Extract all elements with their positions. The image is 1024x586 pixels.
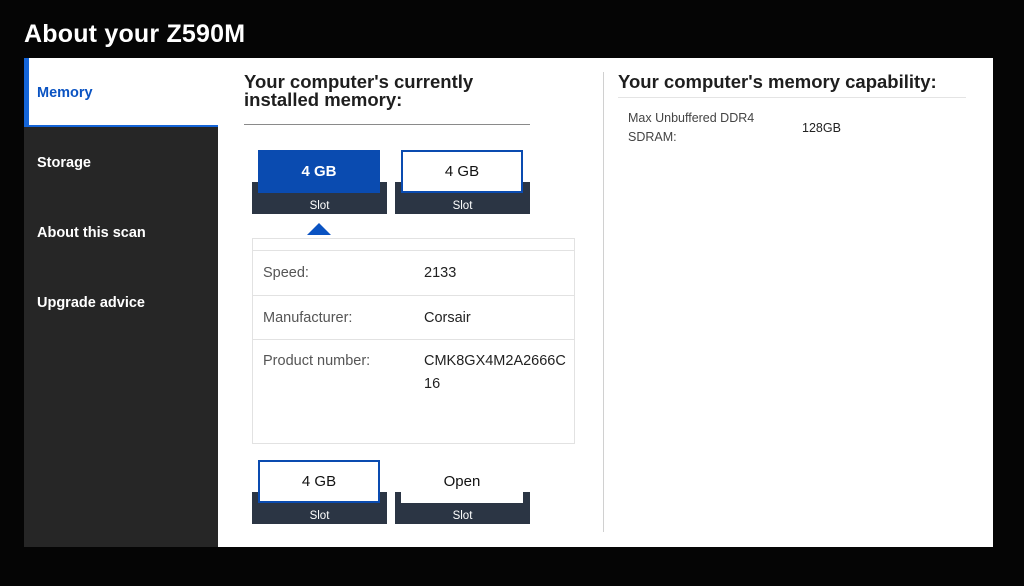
detail-label: Product number:	[263, 353, 371, 369]
sidebar-item-label: Storage	[37, 154, 91, 171]
detail-row-manufacturer: Manufacturer: Corsair	[253, 295, 574, 339]
slot-size: 4 GB	[258, 460, 380, 503]
sidebar-item-upgrade-advice[interactable]: Upgrade advice	[24, 268, 218, 337]
slot-label: Slot	[309, 200, 330, 212]
sidebar-item-storage[interactable]: Storage	[24, 128, 218, 197]
sidebar-item-about-this-scan[interactable]: About this scan	[24, 198, 218, 267]
slot-size: 4 GB	[401, 150, 523, 193]
column-divider	[603, 72, 604, 532]
slot-details: Speed: 2133 Manufacturer: Corsair Produc…	[252, 238, 575, 444]
detail-label: Manufacturer:	[263, 310, 353, 326]
sidebar: Memory Storage About this scan Upgrade a…	[24, 58, 218, 547]
memory-slot-3[interactable]: 4 GB Slot	[252, 460, 387, 524]
slot-label: Slot	[452, 510, 473, 522]
sidebar-item-label: About this scan	[37, 224, 146, 241]
detail-label: Speed:	[263, 265, 309, 281]
memory-slot-1[interactable]: 4 GB Slot	[252, 150, 387, 214]
slot-size: 4 GB	[258, 150, 380, 193]
detail-row-product-number: Product number: CMK8GX4M2A2666C16	[253, 339, 574, 443]
slot-label: Slot	[452, 200, 473, 212]
selected-slot-pointer-icon	[307, 223, 331, 235]
detail-row-speed: Speed: 2133	[253, 250, 574, 295]
page-title: About your Z590M	[24, 20, 246, 48]
detail-value: 2133	[424, 265, 457, 281]
capability-value: 128GB	[802, 121, 841, 135]
sidebar-item-label: Upgrade advice	[37, 294, 145, 311]
memory-slot-4[interactable]: Open Slot	[395, 460, 530, 524]
sidebar-item-label: Memory	[37, 84, 93, 101]
memory-slot-2[interactable]: 4 GB Slot	[395, 150, 530, 214]
heading-divider	[244, 124, 530, 125]
capability-label: Max Unbuffered DDR4 SDRAM:	[628, 111, 755, 144]
detail-value: CMK8GX4M2A2666C16	[424, 353, 566, 392]
capability-divider	[618, 97, 966, 98]
detail-value: Corsair	[424, 310, 471, 326]
sidebar-item-memory[interactable]: Memory	[24, 58, 218, 127]
installed-memory-heading: Your computer's currently installed memo…	[244, 71, 474, 110]
slot-label: Slot	[309, 510, 330, 522]
slot-size: Open	[401, 460, 523, 503]
memory-capability-heading: Your computer's memory capability:	[618, 71, 937, 92]
